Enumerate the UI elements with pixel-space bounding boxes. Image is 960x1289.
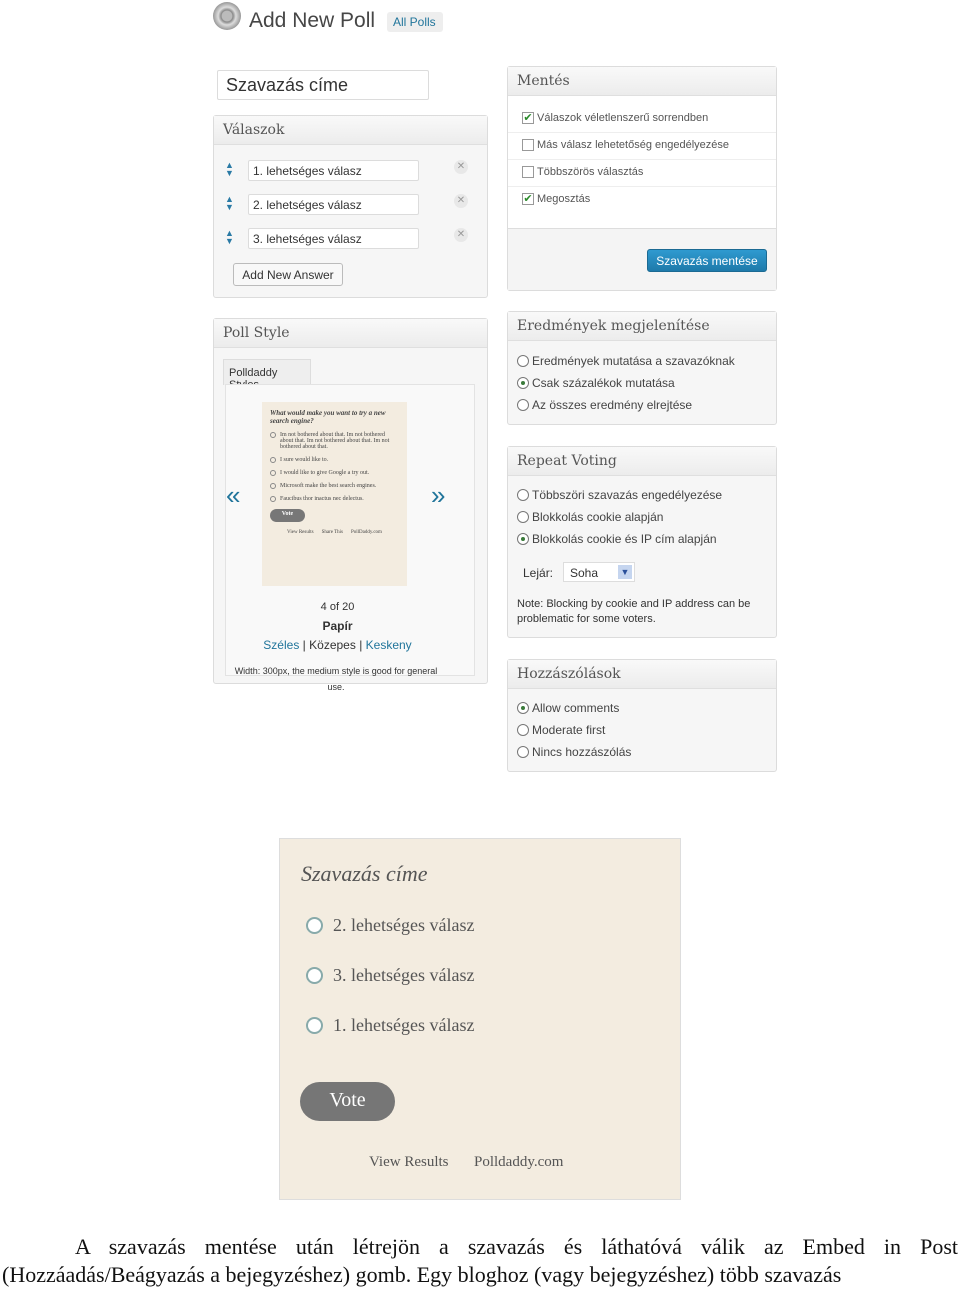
poll-title-input[interactable]: Szavazás címe bbox=[217, 70, 429, 100]
poll-option[interactable]: 3. lehetséges válasz bbox=[306, 965, 474, 986]
answers-heading: Válaszok bbox=[214, 116, 487, 145]
radio-button[interactable] bbox=[517, 377, 529, 389]
results-option[interactable]: Az összes eredmény elrejtése bbox=[517, 398, 692, 412]
results-heading: Eredmények megjelenítése bbox=[508, 312, 776, 341]
poll-style-heading: Poll Style bbox=[214, 319, 487, 348]
radio-button[interactable] bbox=[517, 724, 529, 736]
expire-label: Lejár: bbox=[523, 566, 554, 580]
radio-button[interactable] bbox=[517, 533, 529, 545]
size-medium-link[interactable]: Közepes bbox=[309, 638, 356, 652]
polldaddy-link[interactable]: Polldaddy.com bbox=[474, 1154, 563, 1171]
radio-button[interactable] bbox=[517, 399, 529, 411]
poll-preview-title: Szavazás címe bbox=[301, 861, 428, 886]
results-option[interactable]: Csak százalékok mutatása bbox=[517, 376, 675, 390]
repeat-option[interactable]: Többszöri szavazás engedélyezése bbox=[517, 488, 722, 502]
radio-button[interactable] bbox=[306, 917, 323, 934]
radio-button[interactable] bbox=[517, 746, 529, 758]
size-narrow-link[interactable]: Keskeny bbox=[366, 638, 412, 652]
checkbox[interactable]: ✔ bbox=[522, 112, 534, 124]
style-preview: What would make you want to try a new se… bbox=[262, 402, 407, 586]
save-option[interactable]: Többszörös választás bbox=[522, 166, 643, 178]
save-poll-button[interactable]: Szavazás mentése bbox=[647, 249, 767, 272]
view-results-link[interactable]: View Results bbox=[369, 1154, 449, 1171]
checkbox[interactable]: ✔ bbox=[522, 193, 534, 205]
repeat-note: Note: Blocking by cookie and IP address … bbox=[517, 598, 751, 625]
comments-option[interactable]: Allow comments bbox=[517, 701, 619, 715]
reorder-handle-icon[interactable]: ▲ ▼ bbox=[225, 195, 234, 212]
answer-input[interactable]: 3. lehetséges válasz bbox=[248, 228, 419, 249]
poll-preview: Szavazás címe 2. lehetséges válasz 3. leh… bbox=[279, 838, 681, 1200]
size-wide-link[interactable]: Széles bbox=[263, 638, 299, 652]
answer-input[interactable]: 1. lehetséges válasz bbox=[248, 160, 419, 181]
body-paragraph: A szavazás mentése után létrejön a szava… bbox=[2, 1234, 958, 1287]
reorder-handle-icon[interactable]: ▲ ▼ bbox=[225, 229, 234, 246]
repeat-voting-heading: Repeat Voting bbox=[508, 447, 776, 476]
answer-input[interactable]: 2. lehetséges válasz bbox=[248, 194, 419, 215]
remove-answer-icon[interactable]: ✕ bbox=[454, 228, 468, 242]
preview-vote-button: Vote bbox=[270, 509, 305, 522]
previous-style-button[interactable]: « bbox=[226, 480, 240, 511]
remove-answer-icon[interactable]: ✕ bbox=[454, 160, 468, 174]
checkbox[interactable] bbox=[522, 166, 534, 178]
repeat-option[interactable]: Blokkolás cookie alapján bbox=[517, 510, 663, 524]
results-option[interactable]: Eredmények mutatása a szavazóknak bbox=[517, 354, 735, 368]
comments-option[interactable]: Nincs hozzászólás bbox=[517, 745, 631, 759]
reorder-handle-icon[interactable]: ▲ ▼ bbox=[225, 161, 234, 178]
radio-button[interactable] bbox=[306, 967, 323, 984]
checkbox[interactable] bbox=[522, 139, 534, 151]
comments-option[interactable]: Moderate first bbox=[517, 723, 605, 737]
remove-answer-icon[interactable]: ✕ bbox=[454, 194, 468, 208]
chevron-down-icon: ▼ bbox=[618, 565, 632, 579]
save-option[interactable]: ✔ Megosztás bbox=[522, 193, 590, 205]
comments-heading: Hozzászólások bbox=[508, 660, 776, 689]
add-answer-button[interactable]: Add New Answer bbox=[233, 263, 343, 286]
tab-polldaddy-styles[interactable]: Polldaddy Styles bbox=[223, 359, 311, 391]
radio-button[interactable] bbox=[306, 1017, 323, 1034]
vote-button[interactable]: Vote bbox=[300, 1082, 395, 1121]
radio-button[interactable] bbox=[517, 511, 529, 523]
next-style-button[interactable]: » bbox=[431, 480, 445, 511]
repeat-option[interactable]: Blokkolás cookie és IP cím alapján bbox=[517, 532, 717, 546]
poll-option[interactable]: 1. lehetséges válasz bbox=[306, 1015, 474, 1036]
save-option[interactable]: ✔ Válaszok véletlenszerű sorrendben bbox=[522, 112, 708, 124]
expire-select[interactable]: Soha ▼ bbox=[563, 562, 635, 582]
radio-button[interactable] bbox=[517, 489, 529, 501]
radio-button[interactable] bbox=[517, 702, 529, 714]
page-title: Add New Poll bbox=[249, 9, 376, 32]
style-description: Width: 300px, the medium style is good f… bbox=[234, 666, 438, 692]
poll-option[interactable]: 2. lehetséges válasz bbox=[306, 915, 474, 936]
radio-button[interactable] bbox=[517, 355, 529, 367]
poll-icon bbox=[213, 2, 241, 30]
style-counter: 4 of 20 bbox=[320, 601, 355, 613]
style-name: Papír bbox=[322, 619, 353, 633]
save-option[interactable]: Más válasz lehetetőség engedélyezése bbox=[522, 139, 729, 151]
all-polls-button[interactable]: All Polls bbox=[387, 12, 443, 32]
save-heading: Mentés bbox=[508, 67, 776, 96]
